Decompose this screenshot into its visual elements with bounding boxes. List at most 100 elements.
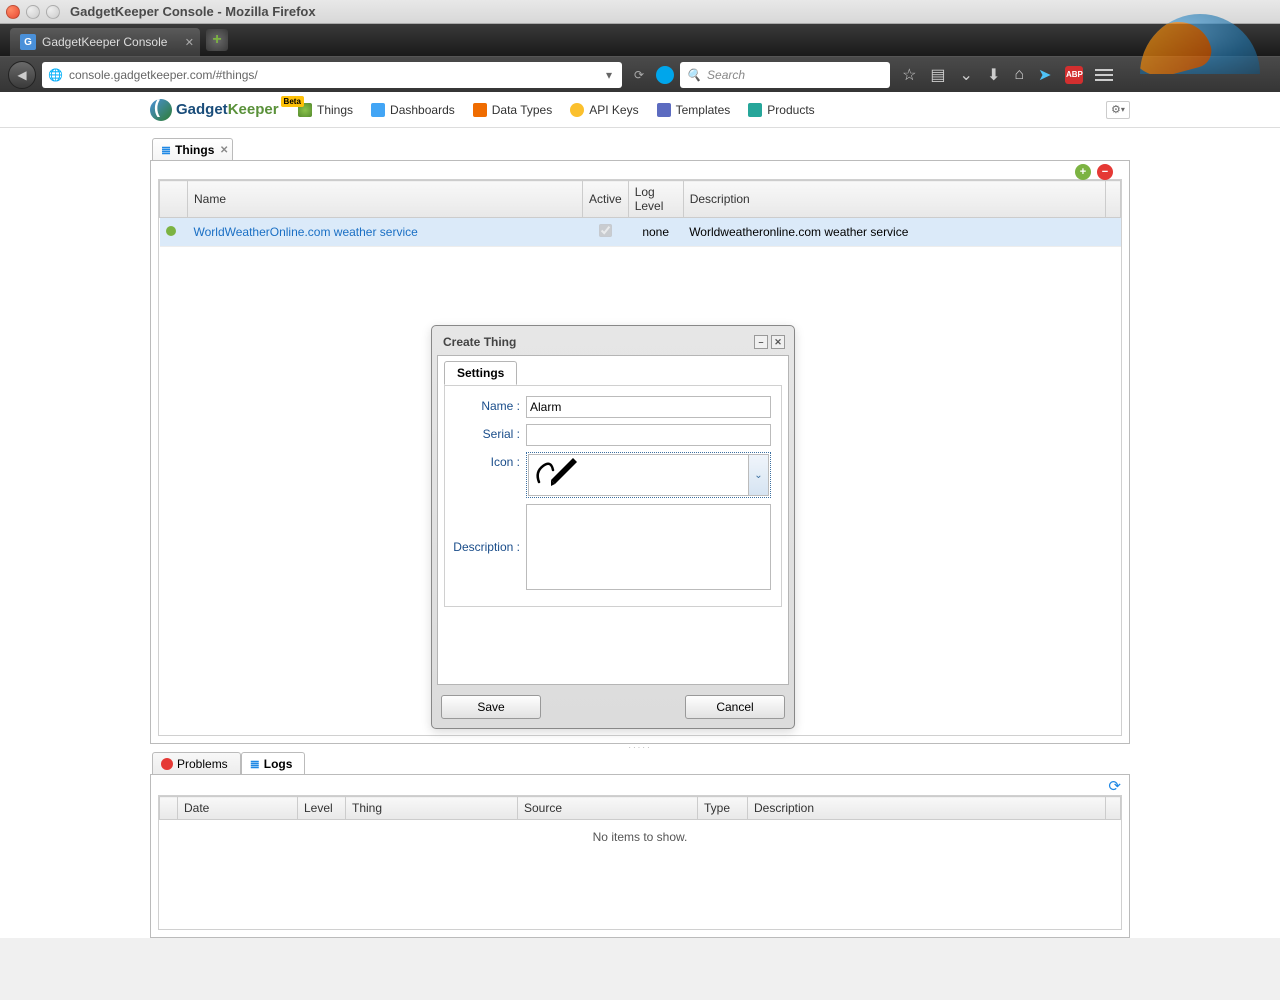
table-row[interactable]: WorldWeatherOnline.com weather service n… — [160, 218, 1121, 247]
splitter-handle[interactable]: ····· — [150, 744, 1130, 752]
settings-tab[interactable]: Settings — [444, 361, 517, 385]
tab-close-icon[interactable]: ✕ — [220, 145, 228, 156]
col-loglevel[interactable]: Log Level — [628, 181, 683, 218]
logs-table: Date Level Thing Source Type Description — [159, 796, 1121, 820]
arrow-left-icon: ◀ — [17, 68, 26, 82]
pocket-icon[interactable]: ⌄ — [960, 65, 973, 85]
col-level[interactable]: Level — [298, 797, 346, 820]
products-menu-icon — [748, 103, 762, 117]
os-minimize-button[interactable] — [26, 5, 40, 19]
adblock-icon[interactable]: ABP — [1065, 66, 1083, 84]
col-date[interactable]: Date — [178, 797, 298, 820]
description-label: Description : — [451, 504, 526, 590]
description-textarea[interactable] — [526, 504, 771, 590]
datatypes-menu-icon — [473, 103, 487, 117]
col-name[interactable]: Name — [188, 181, 583, 218]
icon-dropdown-button[interactable]: ⌄ — [749, 454, 769, 496]
menu-hamburger-icon[interactable] — [1095, 69, 1113, 81]
url-text: console.gadgetkeeper.com/#things/ — [69, 68, 596, 82]
os-maximize-button[interactable] — [46, 5, 60, 19]
status-dot-icon — [166, 226, 176, 236]
delete-icon[interactable]: − — [1097, 164, 1113, 180]
logs-tab[interactable]: ≣ Logs — [241, 752, 306, 775]
search-bar[interactable]: 🔍 Search — [680, 62, 890, 88]
things-table: Name Active Log Level Description WorldW… — [159, 180, 1121, 247]
menu-apikeys[interactable]: API Keys — [562, 99, 646, 121]
loglevel-cell: none — [628, 218, 683, 247]
icon-preview — [528, 454, 749, 496]
menu-products[interactable]: Products — [740, 99, 822, 121]
address-bar[interactable]: 🌐 console.gadgetkeeper.com/#things/ ▾ — [42, 62, 622, 88]
logo-text-b: Keeper — [228, 101, 279, 118]
os-window-title: GadgetKeeper Console - Mozilla Firefox — [70, 4, 316, 19]
browser-toolbar: ◀ 🌐 console.gadgetkeeper.com/#things/ ▾ … — [0, 56, 1280, 92]
icon-picker[interactable]: ⌄ — [526, 452, 771, 498]
table-header-row: Name Active Log Level Description — [160, 181, 1121, 218]
globe-icon: 🌐 — [48, 68, 63, 82]
bookmark-star-icon[interactable]: ☆ — [902, 65, 916, 85]
reader-list-icon[interactable]: ▤ — [930, 65, 945, 85]
pen-icon — [533, 458, 579, 492]
tab-close-icon[interactable]: ✕ — [185, 36, 194, 49]
list-icon: ≣ — [161, 143, 171, 157]
cancel-button[interactable]: Cancel — [685, 695, 785, 719]
browser-tab[interactable]: G GadgetKeeper Console ✕ — [10, 28, 200, 56]
dialog-close-icon[interactable]: ✕ — [771, 335, 785, 349]
name-label: Name : — [451, 396, 526, 418]
send-icon[interactable]: ➤ — [1038, 65, 1051, 85]
description-cell: Worldweatheronline.com weather service — [683, 218, 1105, 247]
dialog-title: Create Thing — [443, 335, 516, 349]
name-input[interactable] — [526, 396, 771, 418]
save-button[interactable]: Save — [441, 695, 541, 719]
logo-mark-icon — [150, 99, 172, 121]
create-thing-dialog: Create Thing – ✕ Settings Name : Serial … — [431, 325, 795, 729]
things-tab-label: Things — [175, 143, 214, 157]
beta-badge: Beta — [281, 96, 304, 107]
home-icon[interactable]: ⌂ — [1014, 66, 1024, 84]
download-icon[interactable]: ⬇ — [987, 65, 1000, 85]
active-checkbox — [599, 224, 612, 237]
apikeys-menu-icon — [570, 103, 584, 117]
menu-dashboards[interactable]: Dashboards — [363, 99, 463, 121]
settings-gear-button[interactable]: ⚙ ▾ — [1106, 101, 1130, 119]
os-close-button[interactable] — [6, 5, 20, 19]
chevron-down-icon: ⌄ — [754, 470, 762, 481]
menu-templates[interactable]: Templates — [649, 99, 739, 121]
history-dropdown-icon[interactable]: ▾ — [606, 68, 612, 82]
add-icon[interactable]: + — [1075, 164, 1091, 180]
browser-tab-label: GadgetKeeper Console — [42, 35, 167, 49]
browser-tabbar: G GadgetKeeper Console ✕ + — [0, 24, 1280, 56]
share-icon[interactable] — [656, 66, 674, 84]
refresh-icon[interactable]: ⟳ — [1053, 164, 1069, 180]
dashboards-menu-icon — [371, 103, 385, 117]
app-logo[interactable]: GadgetKeeper Beta — [150, 99, 304, 121]
problems-tab[interactable]: Problems — [152, 752, 241, 775]
new-tab-button[interactable]: + — [206, 29, 228, 51]
empty-message: No items to show. — [159, 820, 1121, 854]
back-button[interactable]: ◀ — [8, 61, 36, 89]
col-type[interactable]: Type — [698, 797, 748, 820]
search-placeholder: Search — [707, 68, 745, 82]
menu-datatypes[interactable]: Data Types — [465, 99, 560, 121]
refresh-icon[interactable]: ⟳ — [1108, 777, 1121, 795]
icon-label: Icon : — [451, 452, 526, 498]
os-titlebar: GadgetKeeper Console - Mozilla Firefox — [0, 0, 1280, 24]
reload-icon[interactable]: ⟳ — [634, 68, 644, 82]
col-active[interactable]: Active — [583, 181, 629, 218]
thing-name-link[interactable]: WorldWeatherOnline.com weather service — [194, 225, 418, 239]
serial-input[interactable] — [526, 424, 771, 446]
logo-text-a: Gadget — [176, 101, 228, 118]
col-description[interactable]: Description — [683, 181, 1105, 218]
search-icon: 🔍 — [686, 68, 701, 82]
serial-label: Serial : — [451, 424, 526, 446]
logs-panel: ⟳ Date Level Thing Source Type Descripti… — [150, 774, 1130, 938]
table-header-row: Date Level Thing Source Type Description — [160, 797, 1121, 820]
col-thing[interactable]: Thing — [346, 797, 518, 820]
error-icon — [161, 758, 173, 770]
list-icon: ≣ — [250, 757, 260, 771]
dialog-collapse-icon[interactable]: – — [754, 335, 768, 349]
things-panel-tab[interactable]: ≣ Things ✕ — [152, 138, 233, 161]
col-description[interactable]: Description — [748, 797, 1106, 820]
app-menubar: GadgetKeeper Beta Things Dashboards Data… — [0, 92, 1280, 128]
col-source[interactable]: Source — [518, 797, 698, 820]
